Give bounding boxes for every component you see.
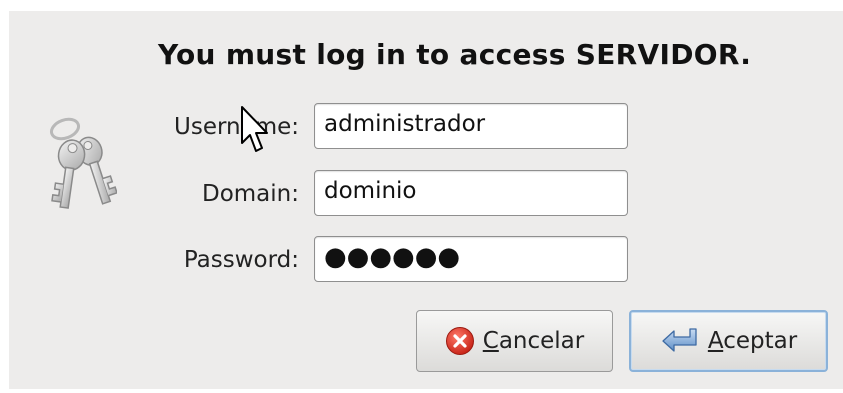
dialog-title: You must log in to access SERVIDOR. [158, 38, 752, 71]
cancel-icon [445, 327, 474, 355]
mouse-pointer-icon [241, 106, 268, 152]
cancel-button[interactable]: Cancelar [416, 310, 613, 372]
ok-button-label: Aceptar [707, 328, 798, 354]
enter-arrow-icon [662, 328, 697, 352]
login-dialog: You must log in to access SERVIDOR. User… [9, 11, 843, 389]
domain-field[interactable]: dominio [314, 170, 628, 216]
password-label: Password: [183, 247, 299, 273]
password-field[interactable]: ●●●●●● [314, 236, 628, 282]
domain-label: Domain: [202, 181, 299, 207]
username-field[interactable]: administrador [314, 103, 628, 149]
ok-button[interactable]: Aceptar [629, 310, 828, 372]
cancel-button-label: Cancelar [482, 328, 585, 354]
